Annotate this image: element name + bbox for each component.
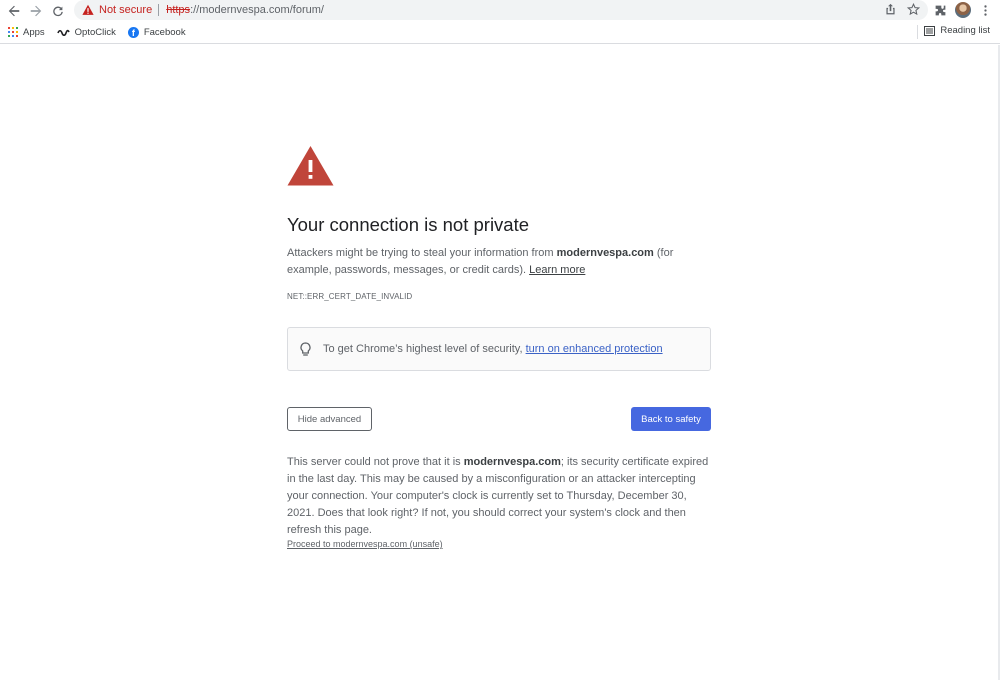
forward-arrow-icon (30, 5, 42, 16)
warning-triangle-icon (287, 146, 334, 186)
details-message: This server could not prove that it is m… (287, 454, 711, 539)
page-title: Your connection is not private (287, 214, 530, 235)
apps-grid-icon (8, 27, 18, 37)
url-text[interactable]: https://modernvespa.com/forum/ (166, 4, 324, 16)
hide-advanced-button[interactable]: Hide advanced (287, 407, 372, 431)
bookmark-label: Facebook (143, 26, 186, 38)
opto-icon (56, 29, 70, 36)
proceed-unsafe-link[interactable]: Proceed to modernvespa.com (unsafe) (287, 539, 443, 549)
extensions-icon[interactable] (934, 4, 947, 17)
not-secure-label[interactable]: Not secure (99, 4, 152, 16)
learn-more-link[interactable]: Learn more (529, 264, 585, 276)
bookmark-apps[interactable]: Apps (8, 27, 45, 38)
address-bar[interactable]: Not secure https://modernvespa.com/forum… (74, 0, 928, 20)
reading-list-icon (924, 25, 936, 36)
reload-icon (53, 6, 63, 16)
omnibox-divider (158, 4, 160, 16)
avatar[interactable] (955, 2, 971, 18)
bookmark-optoclick[interactable]: OptoClick (56, 26, 116, 38)
lightbulb-icon (300, 341, 311, 356)
back-arrow-icon (8, 5, 20, 16)
forward-button[interactable] (25, 1, 47, 21)
omnibox-actions (884, 3, 920, 16)
details-suffix: ; its security certificate expired in th… (287, 456, 709, 536)
domain-name: modernvespa.com (556, 247, 654, 259)
enhanced-protection-prefix: To get Chrome’s highest level of securit… (323, 343, 526, 355)
browser-toolbar: Not secure https://modernvespa.com/forum… (0, 0, 1000, 21)
reading-list-button[interactable]: Reading list (924, 25, 990, 36)
bookmark-label: Apps (23, 26, 45, 38)
reading-list-label: Reading list (940, 25, 990, 36)
back-button[interactable] (3, 1, 25, 21)
star-icon[interactable] (907, 3, 920, 16)
main-message: Attackers might be trying to steal your … (287, 245, 711, 279)
bookmark-label: OptoClick (74, 26, 116, 38)
enhanced-protection-text: To get Chrome’s highest level of securit… (323, 343, 663, 355)
url-rest: ://modernvespa.com/forum/ (190, 4, 324, 16)
reload-button[interactable] (47, 1, 69, 21)
menu-dots-icon[interactable] (979, 4, 992, 17)
bookmarks-bar: Apps OptoClick f Facebook Reading list (0, 21, 1000, 44)
error-code: NET::ERR_CERT_DATE_INVALID (287, 292, 413, 301)
facebook-icon: f (127, 26, 139, 38)
message-prefix: Attackers might be trying to steal your … (287, 247, 557, 259)
bookmark-facebook[interactable]: f Facebook (127, 26, 186, 38)
toolbar-right (934, 0, 1000, 20)
bookmarks-divider (917, 25, 918, 39)
details-prefix: This server could not prove that it is (287, 456, 464, 468)
enhanced-protection-box: To get Chrome’s highest level of securit… (287, 327, 711, 371)
url-scheme: https (166, 4, 191, 16)
details-domain: modernvespa.com (463, 456, 561, 468)
enhanced-protection-link[interactable]: turn on enhanced protection (526, 343, 663, 355)
share-icon[interactable] (884, 3, 897, 16)
warning-icon (82, 4, 94, 15)
back-to-safety-button[interactable]: Back to safety (631, 407, 711, 431)
